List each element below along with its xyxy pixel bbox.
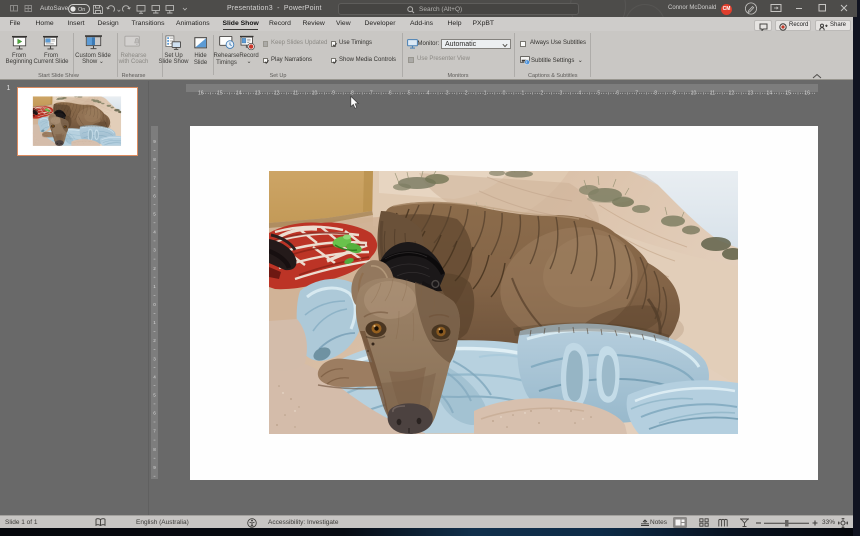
svg-text:9: 9	[673, 90, 676, 96]
svg-text:1: 1	[153, 320, 156, 325]
svg-text:12: 12	[274, 90, 280, 96]
svg-text:4: 4	[153, 374, 156, 379]
svg-text:2: 2	[465, 90, 468, 96]
svg-text:5: 5	[597, 90, 600, 96]
svg-text:1: 1	[484, 90, 487, 96]
svg-text:6: 6	[616, 90, 619, 96]
svg-text:3: 3	[446, 90, 449, 96]
svg-text:7: 7	[153, 429, 156, 434]
svg-text:9: 9	[153, 465, 156, 470]
svg-text:5: 5	[153, 393, 156, 398]
svg-text:8: 8	[153, 447, 156, 452]
svg-text:7: 7	[370, 90, 373, 96]
svg-text:6: 6	[153, 193, 156, 198]
svg-text:16: 16	[804, 90, 810, 96]
svg-text:4: 4	[578, 90, 581, 96]
svg-text:6: 6	[389, 90, 392, 96]
svg-text:5: 5	[153, 212, 156, 217]
svg-text:7: 7	[635, 90, 638, 96]
svg-text:14: 14	[236, 90, 242, 96]
svg-text:2: 2	[541, 90, 544, 96]
svg-text:16: 16	[198, 90, 204, 96]
svg-text:2: 2	[153, 338, 156, 343]
svg-text:4: 4	[153, 230, 156, 235]
svg-text:14: 14	[767, 90, 773, 96]
svg-text:9: 9	[153, 139, 156, 144]
svg-text:2: 2	[153, 266, 156, 271]
svg-text:10: 10	[691, 90, 697, 96]
svg-text:11: 11	[293, 90, 298, 96]
svg-text:10: 10	[312, 90, 318, 96]
svg-text:3: 3	[560, 90, 563, 96]
svg-text:3: 3	[153, 248, 156, 253]
svg-text:3: 3	[153, 356, 156, 361]
svg-text:13: 13	[255, 90, 261, 96]
svg-text:0: 0	[503, 90, 506, 96]
svg-text:12: 12	[729, 90, 735, 96]
svg-text:11: 11	[710, 90, 715, 96]
svg-text:8: 8	[654, 90, 657, 96]
svg-text:7: 7	[153, 175, 156, 180]
svg-text:4: 4	[427, 90, 430, 96]
svg-text:8: 8	[153, 157, 156, 162]
svg-text:0: 0	[153, 302, 156, 307]
svg-text:1: 1	[522, 90, 525, 96]
svg-text:15: 15	[217, 90, 223, 96]
svg-text:1: 1	[153, 284, 156, 289]
svg-text:15: 15	[785, 90, 791, 96]
svg-text:13: 13	[748, 90, 754, 96]
svg-text:6: 6	[153, 411, 156, 416]
svg-text:On: On	[78, 7, 85, 13]
svg-text:9: 9	[332, 90, 335, 96]
svg-text:5: 5	[408, 90, 411, 96]
